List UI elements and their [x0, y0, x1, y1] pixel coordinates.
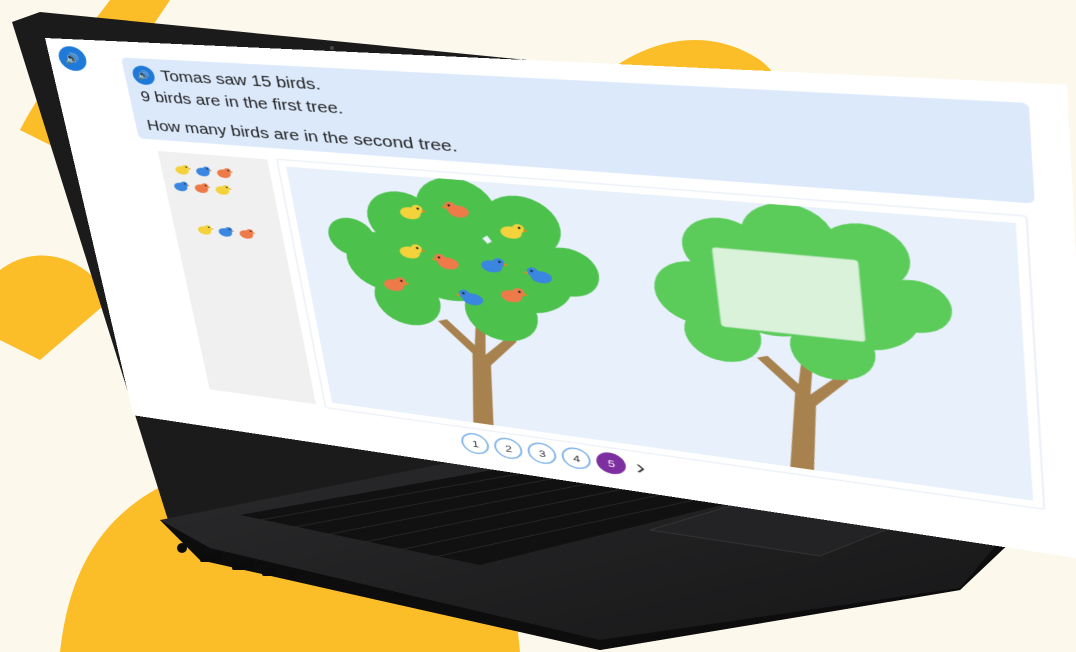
draggable-bird-orange[interactable] [213, 165, 235, 181]
question-speaker-button[interactable]: 🔊 [130, 65, 157, 86]
draggable-bird-orange[interactable] [235, 226, 257, 242]
bird-tray-row [194, 222, 257, 242]
trees-illustration [324, 174, 955, 477]
bird-tray-row [170, 178, 233, 197]
page-button-2[interactable]: 2 [492, 436, 525, 461]
page-button-5[interactable]: 5 [595, 450, 628, 477]
draggable-bird-blue[interactable] [170, 178, 191, 194]
question-line-1: Tomas saw 15 birds. [159, 68, 322, 94]
speaker-icon: 🔊 [63, 52, 82, 66]
draggable-bird-yellow[interactable] [212, 182, 233, 198]
draggable-bird-yellow[interactable] [194, 222, 215, 238]
draggable-bird-yellow[interactable] [171, 162, 192, 178]
speaker-icon: 🔊 [136, 69, 151, 81]
draggable-bird-orange[interactable] [191, 180, 212, 196]
draggable-bird-blue[interactable] [215, 224, 236, 240]
bird-tray-row [171, 162, 234, 181]
draggable-bird-blue[interactable] [192, 163, 213, 179]
page-button-4[interactable]: 4 [560, 445, 593, 472]
page-button-3[interactable]: 3 [526, 440, 559, 466]
tree-1-foliage [324, 174, 603, 346]
answer-drop-zone[interactable] [712, 247, 865, 341]
speaker-button[interactable]: 🔊 [56, 45, 89, 72]
tree-scene [285, 166, 1034, 501]
question-line-3: How many birds are in the second tree. [145, 117, 459, 156]
chevron-right-icon[interactable]: › [634, 455, 646, 479]
page-button-1[interactable]: 1 [459, 431, 491, 456]
